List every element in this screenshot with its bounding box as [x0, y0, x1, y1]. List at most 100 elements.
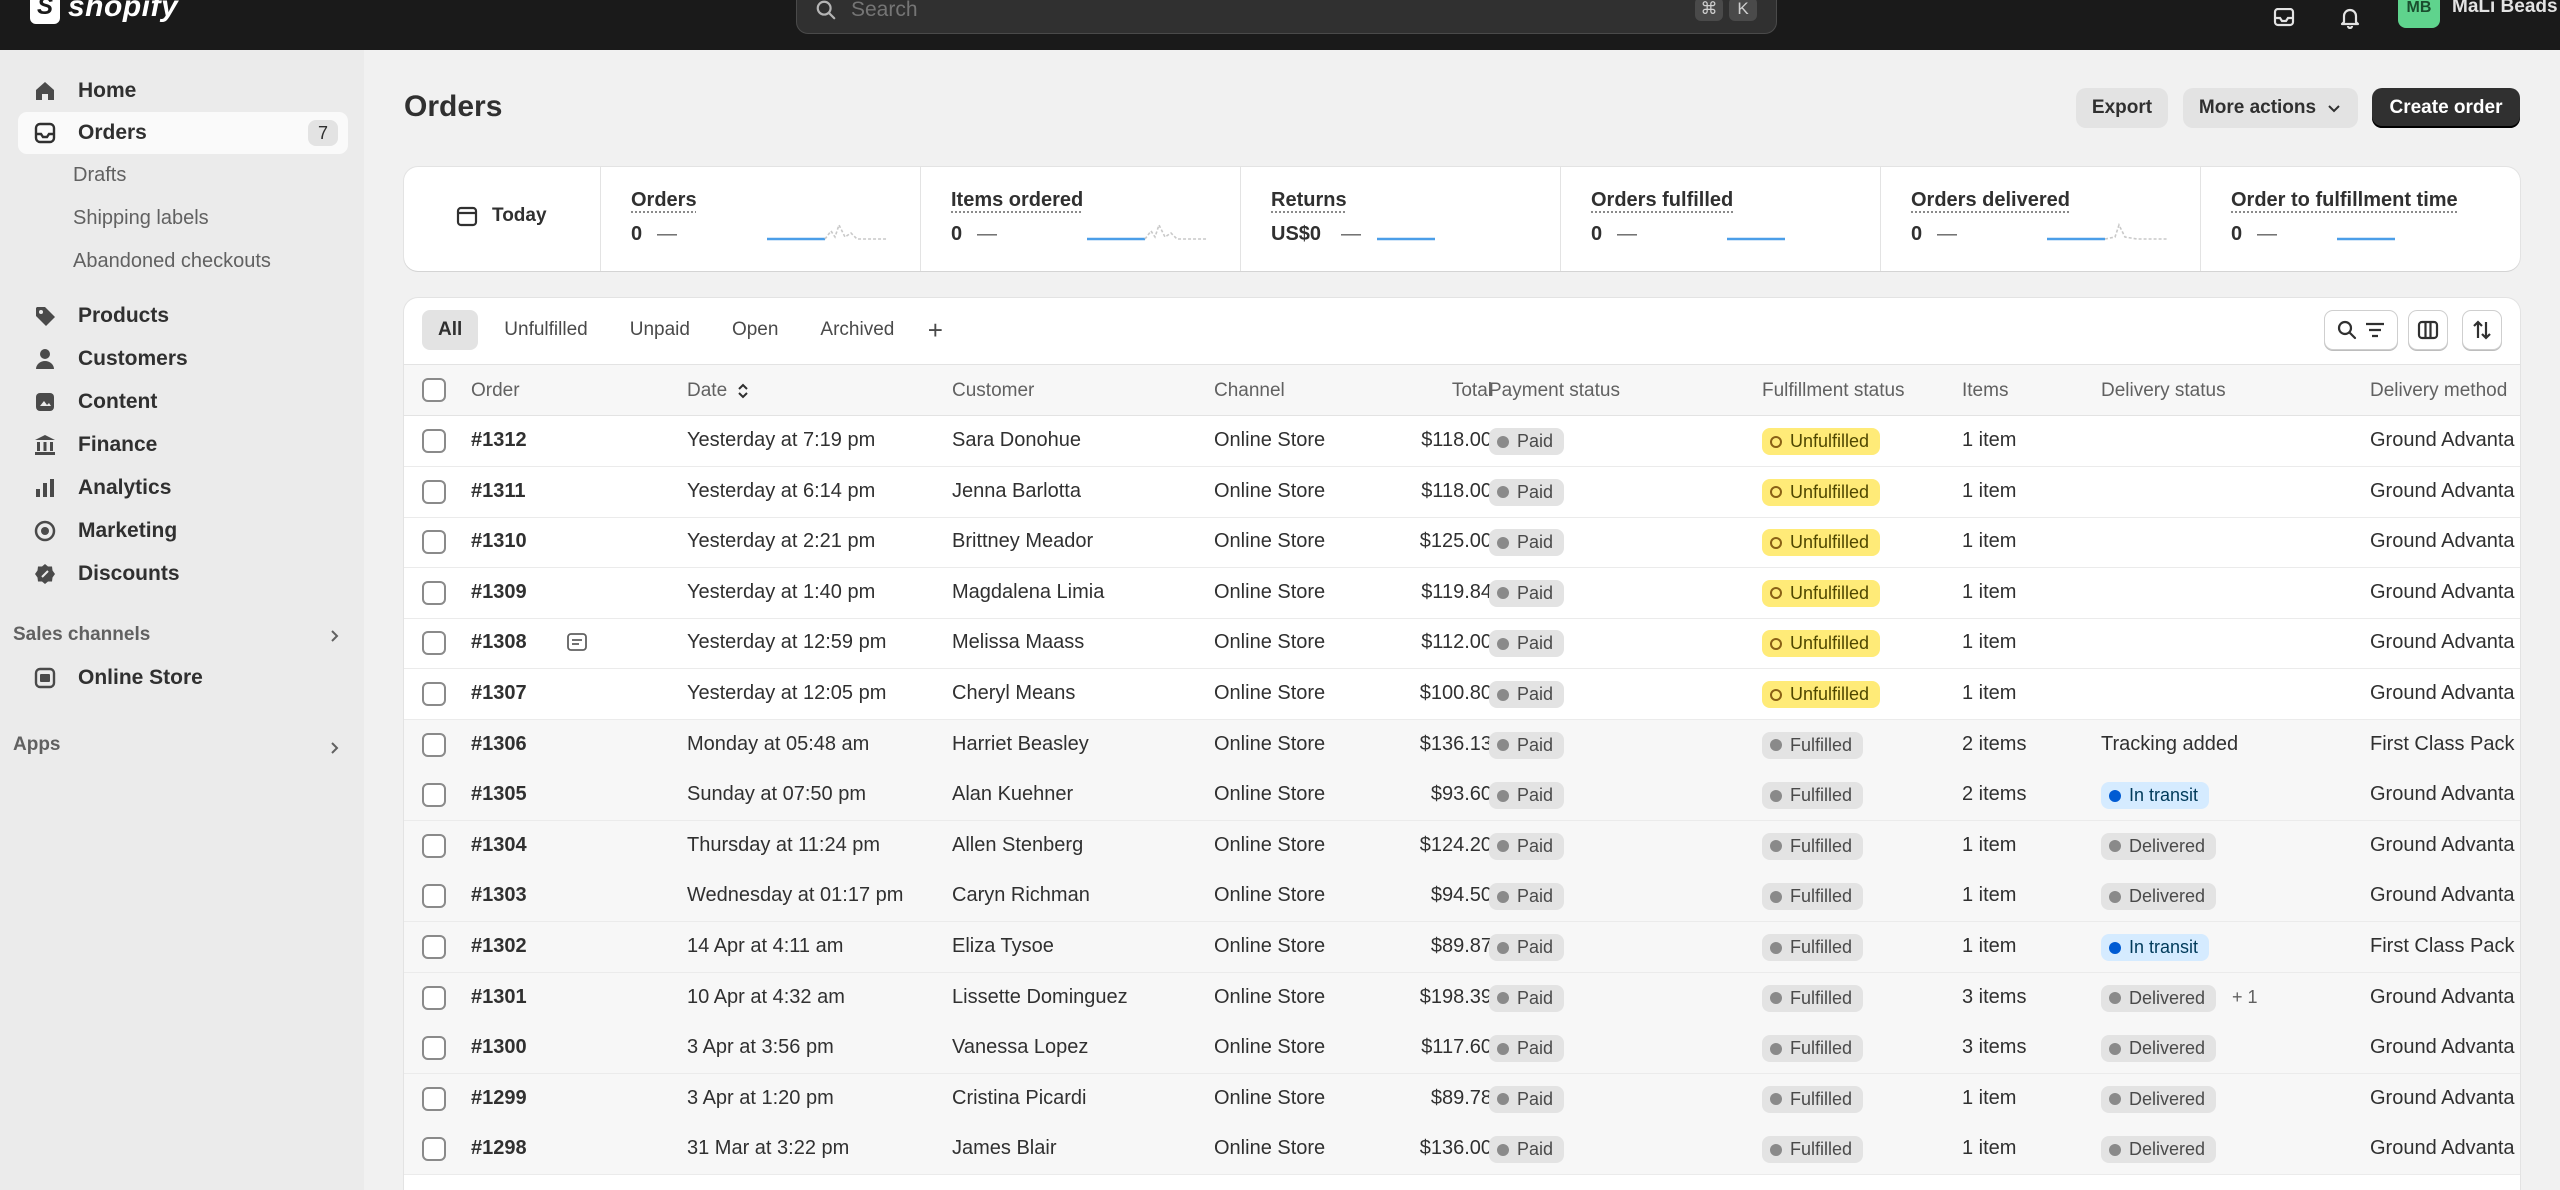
select-all-checkbox[interactable] [422, 378, 446, 402]
order-number[interactable]: #1312 [471, 429, 527, 452]
table-row[interactable]: #1302 14 Apr at 4:11 am Eliza Tysoe Online … [404, 922, 2520, 973]
table-row[interactable]: #1307 Yesterday at 12:05 pm Cheryl Means On… [404, 669, 2520, 720]
table-row[interactable]: #1308 Yesterday at 12:59 pm Melissa Maass O… [404, 618, 2520, 670]
column-channel[interactable]: Channel [1214, 380, 1285, 402]
search-filter-button[interactable] [2324, 310, 2398, 350]
row-checkbox[interactable] [422, 682, 446, 706]
metric-orders-delivered[interactable]: Orders delivered 0 — [1880, 167, 2200, 271]
table-row[interactable]: #1303 Wednesday at 01:17 pm Caryn Richman O… [404, 871, 2520, 923]
column-total[interactable]: Total [1412, 380, 1492, 402]
table-row[interactable]: #1311 Yesterday at 6:14 pm Jenna Barlotta O… [404, 467, 2520, 518]
tab-all[interactable]: All [422, 310, 479, 350]
row-checkbox[interactable] [422, 631, 446, 656]
sidebar-item-marketing[interactable]: Marketing [18, 510, 348, 552]
order-number[interactable]: #1308 [471, 631, 527, 654]
order-number[interactable]: #1311 [471, 480, 526, 503]
chevron-right-icon[interactable] [326, 740, 342, 756]
search-bar[interactable]: ⌘ K [796, 0, 1777, 34]
sidebar-subitem-shipping-labels[interactable]: Shipping labels [73, 207, 209, 230]
order-number[interactable]: #1303 [471, 884, 527, 907]
sidebar-item-content[interactable]: Content [18, 381, 348, 423]
metric-items-ordered[interactable]: Items ordered 0 — [920, 167, 1240, 271]
shopify-logo[interactable]: S shopify [30, 0, 178, 24]
row-checkbox[interactable] [422, 833, 446, 858]
order-number[interactable]: #1310 [471, 530, 527, 553]
sidebar-item-online-store[interactable]: Online Store [18, 657, 348, 699]
tab-unfulfilled[interactable]: Unfulfilled [488, 310, 603, 350]
column-payment-status[interactable]: Payment status [1489, 380, 1620, 402]
row-checkbox[interactable] [422, 985, 446, 1010]
column-date[interactable]: Date [687, 380, 750, 402]
add-view-icon[interactable]: + [920, 315, 950, 345]
order-number[interactable]: #1304 [471, 834, 527, 857]
sales-channels-label[interactable]: Sales channels [13, 624, 150, 646]
order-number[interactable]: #1302 [471, 935, 527, 958]
order-number[interactable]: #1307 [471, 682, 527, 705]
table-row[interactable]: #1299 3 Apr at 1:20 pm Cristina Picardi Onl… [404, 1073, 2520, 1125]
row-checkbox[interactable] [422, 732, 446, 757]
row-checkbox[interactable] [422, 1086, 446, 1111]
bell-icon[interactable] [2332, 0, 2368, 36]
metric-returns[interactable]: Returns US$0 — [1240, 167, 1560, 271]
note-icon[interactable] [566, 632, 588, 654]
row-checkbox[interactable] [422, 580, 446, 605]
store-name[interactable]: MaLi Beads [2452, 0, 2558, 18]
table-row[interactable]: #1300 3 Apr at 3:56 pm Vanessa Lopez Online… [404, 1023, 2520, 1075]
sidebar-item-analytics[interactable]: Analytics [18, 467, 348, 509]
row-checkbox[interactable] [422, 783, 446, 808]
table-row[interactable]: #1301 10 Apr at 4:32 am Lissette Dominguez… [404, 972, 2520, 1024]
sidebar-item-products[interactable]: Products [18, 295, 348, 337]
order-number[interactable]: #1301 [471, 986, 527, 1009]
sidebar-item-home[interactable]: Home [18, 70, 348, 112]
row-checkbox[interactable] [422, 935, 446, 959]
export-button[interactable]: Export [2076, 88, 2168, 128]
row-checkbox[interactable] [422, 884, 446, 909]
metric-orders[interactable]: Orders 0 — [600, 167, 920, 271]
create-order-button[interactable]: Create order [2372, 88, 2520, 128]
apps-label[interactable]: Apps [13, 734, 61, 756]
sidebar-item-customers[interactable]: Customers [18, 338, 348, 380]
order-number[interactable]: #1299 [471, 1087, 527, 1110]
sidebar-subitem-drafts[interactable]: Drafts [73, 164, 126, 187]
table-row[interactable]: #1310 Yesterday at 2:21 pm Brittney Meador… [404, 517, 2520, 569]
column-delivery-status[interactable]: Delivery status [2101, 380, 2226, 402]
table-row[interactable]: #1304 Thursday at 11:24 pm Allen Stenberg O… [404, 820, 2520, 872]
store-avatar[interactable]: MB [2398, 0, 2440, 28]
sort-button[interactable] [2462, 310, 2502, 350]
table-row[interactable]: #1306 Monday at 05:48 am Harriet Beasley On… [404, 719, 2520, 771]
sidebar-subitem-abandoned-checkouts[interactable]: Abandoned checkouts [73, 250, 271, 273]
sidebar-item-discounts[interactable]: Discounts [18, 553, 348, 595]
table-row[interactable]: #1309 Yesterday at 1:40 pm Magdalena Limia… [404, 568, 2520, 619]
row-checkbox[interactable] [422, 429, 446, 453]
tab-unpaid[interactable]: Unpaid [614, 310, 706, 350]
column-fulfillment-status[interactable]: Fulfillment status [1762, 380, 1905, 402]
more-actions-button[interactable]: More actions [2183, 88, 2358, 128]
inbox-tray-icon[interactable] [2266, 0, 2302, 36]
table-row[interactable]: #1305 Sunday at 07:50 pm Alan Kuehner Onlin… [404, 770, 2520, 822]
table-row[interactable]: #1312 Yesterday at 7:19 pm Sara Donohue Onl… [404, 416, 2520, 467]
row-checkbox[interactable] [422, 479, 446, 504]
more-deliveries-count[interactable]: + 1 [2232, 987, 2258, 1008]
columns-button[interactable] [2408, 310, 2448, 350]
date-range-button[interactable]: Today [456, 205, 547, 227]
order-number[interactable]: #1305 [471, 783, 527, 806]
table-row[interactable]: #1298 31 Mar at 3:22 pm James Blair Online … [404, 1124, 2520, 1176]
order-number[interactable]: #1309 [471, 581, 527, 604]
order-number[interactable]: #1298 [471, 1137, 527, 1160]
sidebar-item-orders[interactable]: Orders 7 [18, 112, 348, 154]
column-items[interactable]: Items [1962, 380, 2008, 402]
row-checkbox[interactable] [422, 1137, 446, 1162]
chevron-right-icon[interactable] [326, 628, 342, 644]
metric-order-to-fulfillment-time[interactable]: Order to fulfillment time 0 — [2200, 167, 2520, 271]
column-order[interactable]: Order [471, 380, 520, 402]
row-checkbox[interactable] [422, 530, 446, 555]
metric-orders-fulfilled[interactable]: Orders fulfilled 0 — [1560, 167, 1880, 271]
row-checkbox[interactable] [422, 1036, 446, 1061]
column-delivery-method[interactable]: Delivery method [2370, 380, 2507, 402]
tab-archived[interactable]: Archived [804, 310, 910, 350]
sidebar-item-finance[interactable]: Finance [18, 424, 348, 466]
order-number[interactable]: #1300 [471, 1036, 527, 1059]
column-customer[interactable]: Customer [952, 380, 1034, 402]
order-number[interactable]: #1306 [471, 733, 527, 756]
tab-open[interactable]: Open [716, 310, 794, 350]
